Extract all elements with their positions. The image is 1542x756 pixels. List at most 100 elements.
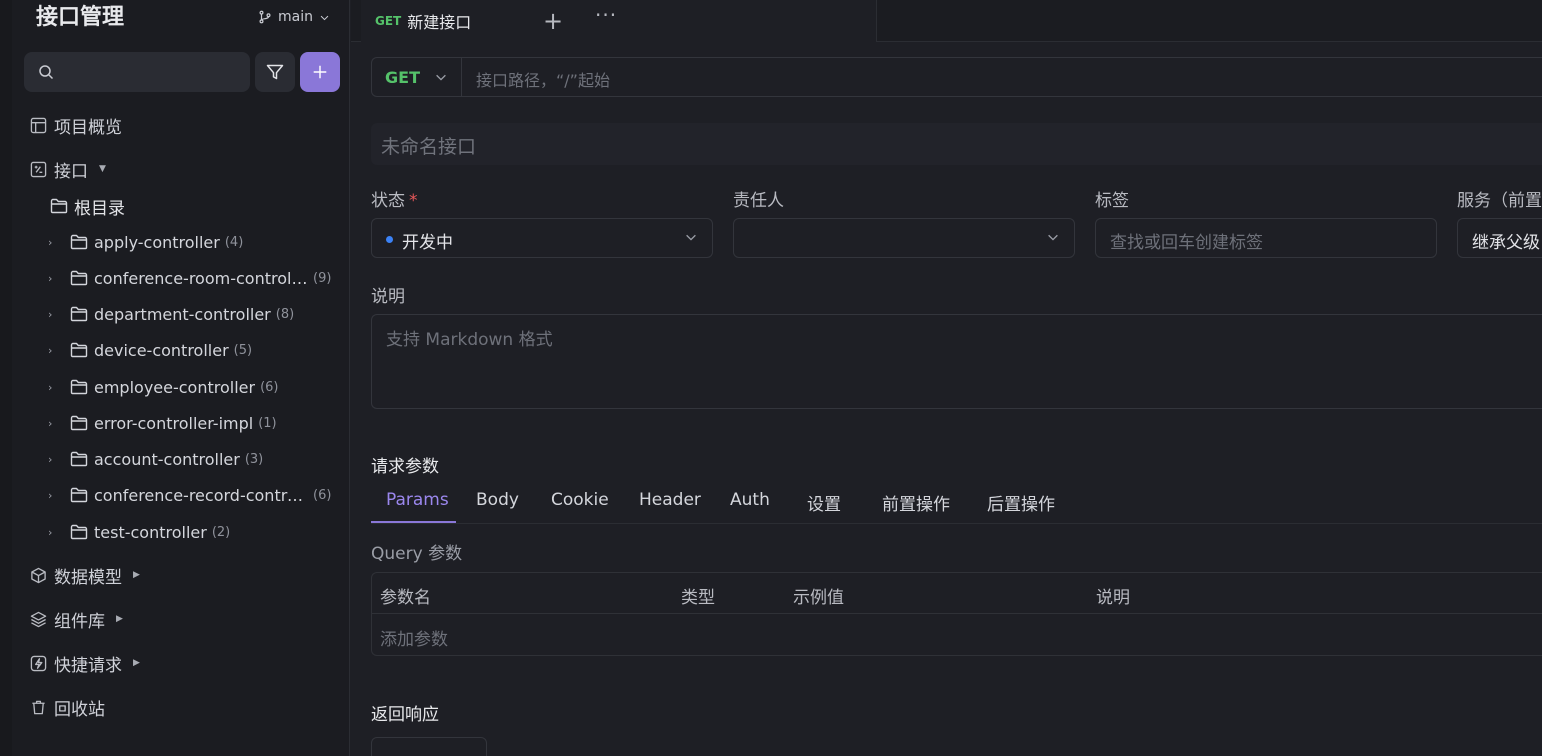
folder-icon <box>70 379 88 395</box>
nav-item-api[interactable]: 接口 ▼ <box>30 156 106 182</box>
active-tab-indicator <box>371 521 456 523</box>
description-label: 说明 <box>371 287 405 307</box>
tab-new-endpoint[interactable]: GET 新建接口 <box>361 0 877 42</box>
method-select[interactable]: GET <box>372 58 462 96</box>
tab-title: 新建接口 <box>407 13 472 32</box>
url-bar: GET 接口路径，“/”起始 <box>371 57 1542 97</box>
chevron-right-icon: › <box>48 416 53 430</box>
tree-folder[interactable]: › device-controller (5) <box>48 337 344 363</box>
chevron-right-icon: › <box>48 271 53 285</box>
folder-name: conference-room-controller <box>94 268 308 288</box>
endpoint-name-placeholder: 未命名接口 <box>381 136 477 158</box>
status-value: 开发中 <box>402 233 453 253</box>
service-select[interactable]: 继承父级 <box>1457 218 1542 258</box>
search-input[interactable] <box>24 52 250 92</box>
tree-folder[interactable]: › conference-room-controller (9) <box>48 265 344 291</box>
chevron-down-icon <box>686 234 696 241</box>
table-header: 参数名 类型 示例值 说明 <box>372 573 1542 614</box>
folder-name: employee-controller <box>94 377 256 397</box>
tab-post-operations[interactable]: 后置操作 <box>987 490 1055 515</box>
nav-item-trash[interactable]: 回收站 <box>30 694 105 720</box>
tree-folder[interactable]: › employee-controller (6) <box>48 374 344 400</box>
tab-body[interactable]: Body <box>476 490 519 510</box>
caret-down-icon: ▼ <box>99 164 106 174</box>
tree-folder[interactable]: › test-controller (2) <box>48 519 344 545</box>
owner-label: 责任人 <box>733 191 784 211</box>
chevron-down-icon <box>436 74 446 81</box>
tree-root[interactable]: 根目录 <box>50 193 125 219</box>
folder-icon <box>70 234 88 250</box>
nav-item-label: 项目概览 <box>54 117 122 138</box>
folder-icon <box>70 524 88 540</box>
endpoint-name-input[interactable]: 未命名接口 <box>371 123 1542 165</box>
layers-icon <box>30 611 47 627</box>
folder-icon <box>70 487 88 503</box>
tree-folder[interactable]: › error-controller-impl (1) <box>48 410 344 436</box>
nav-item-label: 快捷请求 <box>54 655 122 676</box>
caret-right-icon: ▶ <box>116 614 123 624</box>
tags-placeholder: 查找或回车创建标签 <box>1110 233 1263 253</box>
folder-name: apply-controller <box>94 232 220 252</box>
tab-header[interactable]: Header <box>639 490 701 510</box>
tree-root-label: 根目录 <box>74 198 125 219</box>
trash-icon <box>32 700 45 714</box>
app-title: 接口管理 <box>36 5 125 30</box>
service-value: 继承父级 <box>1472 233 1540 253</box>
response-tab[interactable] <box>371 737 487 756</box>
filter-button[interactable] <box>255 52 295 92</box>
url-input[interactable]: 接口路径，“/”起始 <box>476 67 610 91</box>
branch-selector[interactable]: main <box>258 6 330 28</box>
lightning-icon <box>30 655 47 671</box>
param-tabs: Params Body Cookie Header Auth 设置 前置操作 后… <box>371 486 1542 524</box>
folder-count: (5) <box>233 342 253 358</box>
column-header-type: 类型 <box>681 588 715 608</box>
status-label: 状态 * <box>371 186 418 211</box>
branch-icon <box>259 10 271 24</box>
service-label: 服务（前置 <box>1457 191 1542 211</box>
column-header-example: 示例值 <box>793 588 844 608</box>
folder-icon <box>70 451 88 467</box>
owner-select[interactable] <box>733 218 1075 258</box>
chevron-right-icon: › <box>48 488 53 502</box>
query-params-table: 参数名 类型 示例值 说明 添加参数 <box>371 572 1542 656</box>
tree-folder[interactable]: › account-controller (3) <box>48 446 344 472</box>
tags-label: 标签 <box>1095 191 1129 211</box>
sidebar: 接口管理 main 项目概览 接口 ▼ 根目录 › apply-controll… <box>0 0 350 756</box>
query-params-label: Query 参数 <box>371 544 463 564</box>
folder-count: (6) <box>313 487 332 503</box>
folder-count: (4) <box>224 234 244 250</box>
plus-icon <box>313 65 327 79</box>
tree-folder[interactable]: › conference-record-controller (6) <box>48 482 344 508</box>
method-value: GET <box>385 67 420 87</box>
nav-item-overview[interactable]: 项目概览 <box>30 112 122 138</box>
nav-item-label: 回收站 <box>54 699 105 720</box>
folder-open-icon <box>50 198 68 214</box>
more-icon[interactable]: ··· <box>595 3 617 27</box>
tab-pre-operations[interactable]: 前置操作 <box>882 490 950 515</box>
folder-count: (6) <box>260 379 279 395</box>
nav-item-models[interactable]: 数据模型 ▶ <box>30 562 140 588</box>
chevron-right-icon: › <box>48 525 53 539</box>
folder-count: (9) <box>313 270 332 286</box>
add-button[interactable] <box>300 52 340 92</box>
status-label-text: 状态 <box>371 191 405 211</box>
column-header-name: 参数名 <box>380 588 431 608</box>
tab-cookie[interactable]: Cookie <box>551 490 609 510</box>
status-select[interactable]: 开发中 <box>371 218 713 258</box>
chevron-right-icon: › <box>48 235 53 249</box>
tags-input[interactable]: 查找或回车创建标签 <box>1095 218 1437 258</box>
new-tab-button[interactable]: + <box>543 7 563 35</box>
folder-icon <box>70 342 88 358</box>
caret-right-icon: ▶ <box>133 570 140 580</box>
folder-name: error-controller-impl <box>94 413 254 433</box>
description-textarea[interactable]: 支持 Markdown 格式 <box>371 314 1542 409</box>
nav-item-components[interactable]: 组件库 ▶ <box>30 606 123 632</box>
tree-folder[interactable]: › department-controller (8) <box>48 301 344 327</box>
tab-params[interactable]: Params <box>386 490 449 510</box>
tree-folder[interactable]: › apply-controller (4) <box>48 229 344 255</box>
tab-settings[interactable]: 设置 <box>807 490 841 515</box>
nav-item-quick-request[interactable]: 快捷请求 ▶ <box>30 650 140 676</box>
add-param-input[interactable]: 添加参数 <box>380 625 448 650</box>
search-icon <box>39 65 54 80</box>
tab-auth[interactable]: Auth <box>730 490 770 510</box>
